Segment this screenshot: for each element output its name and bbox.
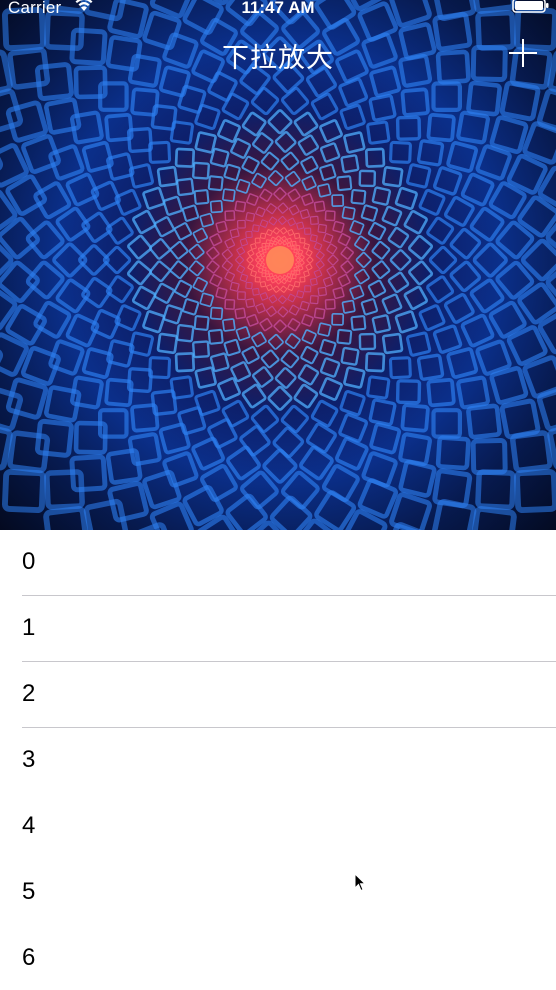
row-label: 2 (22, 680, 36, 707)
row-label: 1 (22, 614, 36, 641)
row-label: 0 (22, 548, 36, 575)
screen: Carrier 11:47 AM 下拉放大 0 1 2 3 4 5 6 (0, 0, 556, 990)
row-label: 4 (22, 812, 36, 839)
row-label: 6 (22, 944, 36, 971)
clock: 11:47 AM (241, 0, 315, 17)
header-image (0, 0, 556, 530)
table-row[interactable]: 0 (0, 530, 556, 596)
pointer-icon (354, 873, 366, 892)
table-row[interactable]: 2 (0, 662, 556, 728)
table-row[interactable]: 5 (0, 860, 556, 926)
table-view[interactable]: 0 1 2 3 4 5 6 (0, 530, 556, 990)
row-label: 5 (22, 878, 36, 905)
nav-title: 下拉放大 (222, 43, 334, 74)
battery-icon (512, 0, 549, 13)
table-row[interactable]: 4 (0, 794, 556, 860)
row-label: 3 (22, 746, 36, 773)
tunnel-image (0, 0, 556, 530)
table-row[interactable]: 6 (0, 926, 556, 990)
table-row[interactable]: 1 (0, 596, 556, 662)
status-bar: Carrier 11:47 AM (0, 0, 556, 18)
add-button[interactable] (508, 38, 538, 68)
table-row[interactable]: 3 (0, 728, 556, 794)
